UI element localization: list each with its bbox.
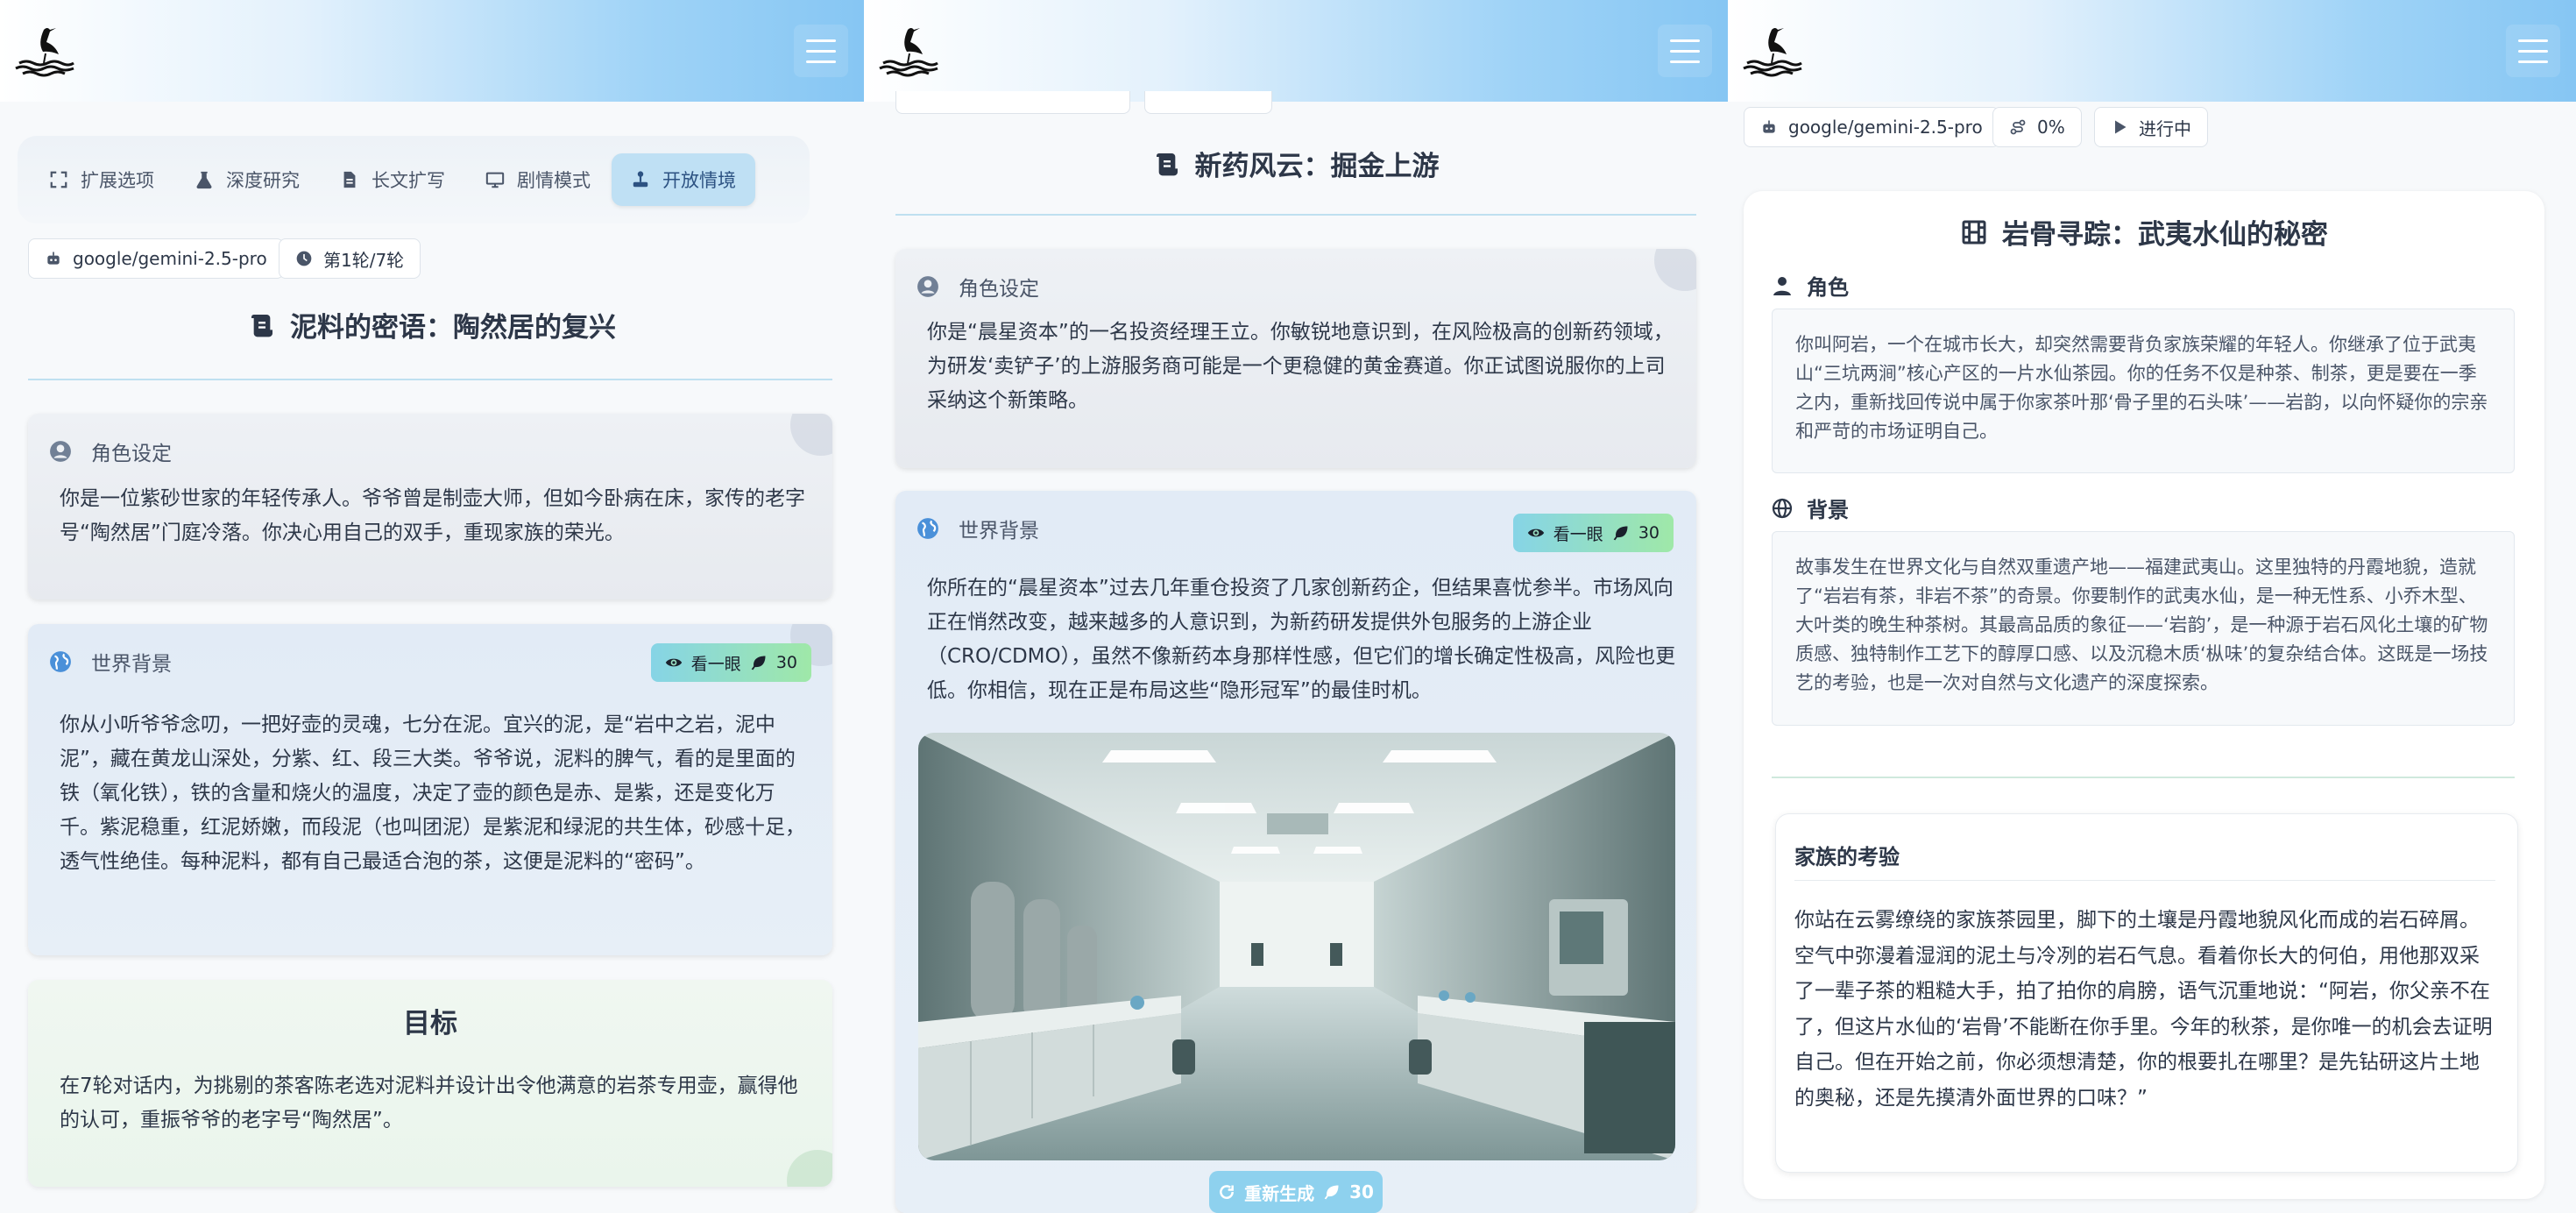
- tab-open-scenario[interactable]: 开放情境: [612, 153, 755, 206]
- regenerate-button[interactable]: 重新生成 30: [1209, 1171, 1383, 1213]
- mode-tabs: 扩展选项 深度研究 长文扩写 剧情模式 开放情境: [18, 136, 810, 223]
- status-chip: 进行中: [2094, 107, 2208, 147]
- chapter-divider: [1794, 880, 2495, 881]
- world-heading: 背景: [1772, 493, 1849, 523]
- world-heading: 世界背景: [49, 647, 172, 677]
- robot-icon: [47, 252, 60, 265]
- tab-plot-mode[interactable]: 剧情模式: [466, 153, 610, 206]
- role-card: 角色设定 你是一位紫砂世家的年轻传承人。爷爷曾是制壶大师，但如今卧病在床，家传的…: [28, 414, 832, 599]
- goal-heading: 目标: [403, 1008, 457, 1039]
- leaf-icon: [1324, 1185, 1339, 1200]
- leaf-icon: [751, 656, 766, 670]
- user-circle-icon: [50, 441, 71, 462]
- tab-label: 扩展选项: [81, 170, 154, 191]
- world-text: 你所在的“晨星资本”过去几年重仓投资了几家创新药企，但结果喜忧参半。市场风向正在…: [927, 577, 1676, 702]
- role-card: 角色设定 你是“晨星资本”的一名投资经理王立。你敏锐地意识到，在风险极高的创新药…: [895, 249, 1696, 468]
- robot-icon: [1763, 120, 1775, 133]
- tab-long-expand[interactable]: 长文扩写: [321, 153, 464, 206]
- eye-icon: [665, 658, 682, 667]
- scroll-icon: [251, 314, 272, 337]
- world-card: 世界背景 看一眼 30 你从小听爷爷念叨，一把好壶的灵魂，七分在泥。宜兴的泥，是…: [28, 624, 832, 955]
- header-bar: [0, 0, 864, 102]
- tab-label: 剧情模式: [517, 170, 591, 191]
- leaf-icon: [1613, 526, 1628, 541]
- world-text: 你从小听爷爷念叨，一把好壶的灵魂，七分在泥。宜兴的泥，是“岩中之岩，泥中泥”，藏…: [60, 713, 805, 873]
- heron-logo-icon[interactable]: [1742, 25, 1805, 77]
- role-text: 你是一位紫砂世家的年轻传承人。爷爷曾是制壶大师，但如今卧病在床，家传的老字号“陶…: [60, 487, 805, 544]
- model-name: google/gemini-2.5-pro: [73, 248, 267, 269]
- chapter-text: 你站在云雾缭绕的家族茶园里，脚下的土壤是丹霞地貌风化而成的岩石碎屑。空气中弥漫着…: [1794, 909, 2493, 1110]
- film-icon: [1962, 220, 1986, 244]
- peek-button[interactable]: 看一眼 30: [1512, 514, 1674, 552]
- hamburger-menu-button[interactable]: [794, 25, 848, 77]
- progress-value: 0%: [2037, 117, 2065, 138]
- role-heading: 角色: [1772, 270, 1849, 301]
- tab-deep-research[interactable]: 深度研究: [175, 153, 319, 206]
- title-divider: [28, 379, 832, 380]
- eye-icon: [1527, 528, 1544, 537]
- story-title: 新药风云：掘金上游: [864, 144, 1728, 183]
- header-bar: [1728, 0, 2576, 102]
- user-icon: [1773, 276, 1791, 295]
- joystick-icon: [633, 171, 648, 188]
- monitor-icon: [485, 172, 505, 188]
- panel-pottery-story: 扩展选项 深度研究 长文扩写 剧情模式 开放情境 google/gemini-2…: [0, 0, 864, 1213]
- story-title: 泥料的密语：陶然居的复兴: [0, 305, 864, 344]
- round-chip: 第1轮/7轮: [279, 238, 421, 279]
- laboratory-image: [918, 733, 1675, 1160]
- tab-label: 长文扩写: [372, 170, 445, 191]
- peek-button[interactable]: 看一眼 30: [650, 643, 811, 682]
- role-heading: 角色设定: [49, 436, 172, 466]
- globe-icon: [50, 651, 71, 672]
- expand-icon: [50, 171, 67, 188]
- clock-icon: [296, 251, 312, 266]
- model-name: google/gemini-2.5-pro: [1788, 117, 1983, 138]
- header-bar: [864, 0, 1728, 102]
- user-circle-icon: [917, 276, 938, 297]
- scroll-icon: [1156, 153, 1178, 175]
- section-divider: [1772, 777, 2515, 778]
- title-divider: [895, 214, 1696, 216]
- goal-card: 目标 在7轮对话内，为挑剔的茶客陈老选对泥料并设计出令他满意的岩茶专用壶，赢得他…: [28, 980, 832, 1187]
- chapter-heading: 家族的考验: [1794, 845, 1900, 869]
- refresh-icon: [1220, 1185, 1234, 1199]
- world-text: 故事发生在世界文化与自然双重遗产地——福建武夷山。这里独特的丹霞地貌，造就了“岩…: [1772, 531, 2515, 726]
- round-counter: 第1轮/7轮: [323, 249, 405, 271]
- tab-label: 深度研究: [226, 170, 300, 191]
- heron-logo-icon[interactable]: [878, 25, 941, 77]
- status-text: 进行中: [2139, 117, 2191, 139]
- route-icon: [2010, 119, 2026, 135]
- flask-icon: [196, 171, 212, 189]
- round-chip-partial: [1144, 91, 1272, 114]
- tab-expand-options[interactable]: 扩展选项: [30, 153, 173, 206]
- world-heading: 世界背景: [916, 514, 1039, 543]
- heron-logo-icon[interactable]: [14, 25, 77, 77]
- role-text: 你叫阿岩，一个在城市长大，却突然需要背负家族荣耀的年轻人。你继承了位于武夷山“三…: [1772, 309, 2515, 473]
- model-chip: google/gemini-2.5-pro: [28, 238, 284, 279]
- model-chip-partial: [895, 91, 1130, 114]
- tab-label: 开放情境: [662, 170, 736, 191]
- hamburger-menu-button[interactable]: [1658, 25, 1712, 77]
- globe-icon: [1772, 498, 1793, 518]
- story-title: 岩骨寻踪：武夷水仙的秘密: [1744, 212, 2544, 252]
- hamburger-menu-button[interactable]: [2506, 25, 2560, 77]
- globe-icon: [917, 518, 938, 539]
- progress-chip: 0%: [1992, 107, 2082, 147]
- role-text: 你是“晨星资本”的一名投资经理王立。你敏锐地意识到，在风险极高的创新药领域，为研…: [927, 321, 1674, 412]
- document-icon: [343, 171, 356, 188]
- play-icon: [2115, 120, 2127, 134]
- model-chip: google/gemini-2.5-pro: [1744, 107, 1999, 147]
- goal-text: 在7轮对话内，为挑剔的茶客陈老选对泥料并设计出令他满意的岩茶专用壶，赢得他的认可…: [60, 1075, 798, 1131]
- role-heading: 角色设定: [916, 272, 1039, 301]
